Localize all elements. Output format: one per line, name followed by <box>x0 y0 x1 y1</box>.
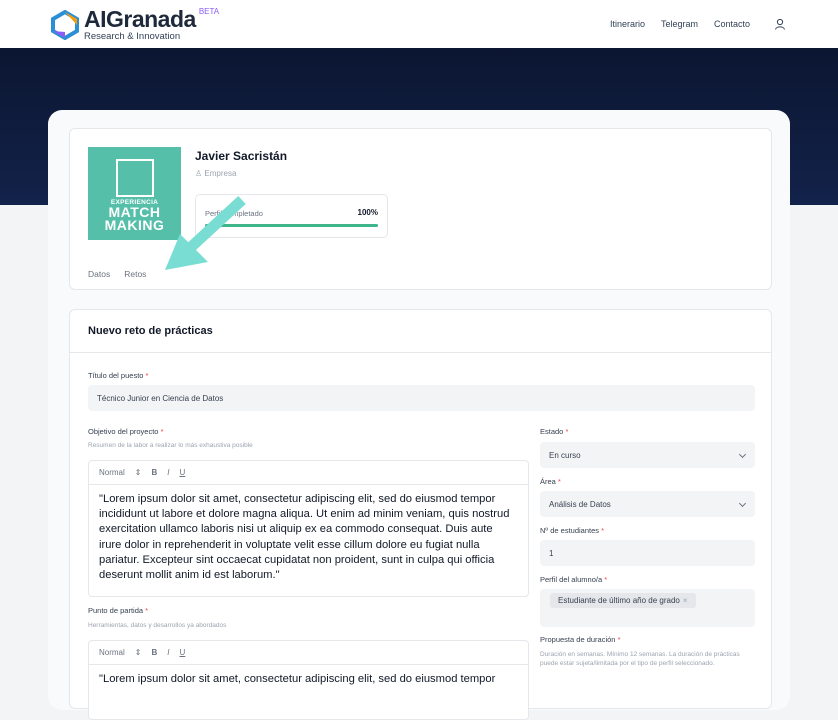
bold-button[interactable]: B <box>151 648 157 657</box>
partida-label: Punto de partida * <box>88 606 149 615</box>
nav-itinerario[interactable]: Itinerario <box>610 19 645 29</box>
user-icon[interactable] <box>774 18 786 30</box>
estado-label: Estado * <box>540 427 569 436</box>
puesto-input[interactable]: Técnico Junior en Ciencia de Datos <box>88 385 755 411</box>
italic-button[interactable]: I <box>167 648 169 657</box>
logo-title: AIGranada <box>84 6 196 32</box>
area-select[interactable]: Análisis de Datos <box>540 491 755 517</box>
style-select[interactable]: Normal <box>99 468 125 477</box>
estudiantes-input[interactable]: 1 <box>540 540 755 566</box>
area-label: Área * <box>540 477 561 486</box>
logo-hexagon-icon <box>51 9 79 40</box>
estado-select[interactable]: En curso <box>540 442 755 468</box>
main-nav: Itinerario Telegram Contacto <box>594 18 786 30</box>
bold-button[interactable]: B <box>151 468 157 477</box>
nav-telegram[interactable]: Telegram <box>661 19 698 29</box>
nav-contacto[interactable]: Contacto <box>714 19 750 29</box>
editor-toolbar: Normal ⇕ B I U <box>89 641 528 665</box>
style-select[interactable]: Normal <box>99 648 125 657</box>
duracion-label: Propuesta de duración * <box>540 635 621 644</box>
underline-button[interactable]: U <box>180 648 186 657</box>
style-select-arrows-icon[interactable]: ⇕ <box>135 468 142 477</box>
partida-editor[interactable]: Normal ⇕ B I U "Lorem ipsum dolor sit am… <box>88 640 529 720</box>
logo-subtitle: Research & Innovation <box>84 31 181 42</box>
tab-datos[interactable]: Datos <box>88 269 110 279</box>
objetivo-text[interactable]: "Lorem ipsum dolor sit amet, consectetur… <box>89 485 528 590</box>
objetivo-editor[interactable]: Normal ⇕ B I U "Lorem ipsum dolor sit am… <box>88 460 529 597</box>
remove-chip-icon[interactable]: × <box>683 596 688 605</box>
duracion-hint: Duración en semanas. Mínimo 12 semanas. … <box>540 651 740 667</box>
pointer-arrow-icon <box>165 195 246 270</box>
profile-role: ♙ Empresa <box>195 169 237 178</box>
editor-toolbar: Normal ⇕ B I U <box>89 461 528 485</box>
style-select-arrows-icon[interactable]: ⇕ <box>135 648 142 657</box>
objetivo-hint: Resumen de la labor a realizar lo más ex… <box>88 442 253 449</box>
italic-button[interactable]: I <box>167 468 169 477</box>
perfil-multiselect[interactable]: Estudiante de último año de grado × <box>540 589 755 627</box>
new-challenge-form: Nuevo reto de prácticas Título del puest… <box>69 309 772 720</box>
logo[interactable]: AIGranada BETA Research & Innovation <box>50 8 219 42</box>
chevron-down-icon <box>738 450 747 459</box>
top-navbar: AIGranada BETA Research & Innovation Itin… <box>0 0 838 48</box>
perfil-label: Perfil del alumno/a * <box>540 575 608 584</box>
profile-tabs: Datos Retos <box>88 269 160 279</box>
partida-text[interactable]: "Lorem ipsum dolor sit amet, consectetur… <box>89 665 528 694</box>
divider <box>70 352 771 353</box>
perfil-chip[interactable]: Estudiante de último año de grado × <box>550 593 696 608</box>
profile-name: Javier Sacristán <box>195 149 288 163</box>
underline-button[interactable]: U <box>180 468 186 477</box>
tab-retos[interactable]: Retos <box>124 269 146 279</box>
progress-value: 100% <box>357 208 378 217</box>
beta-badge: BETA <box>198 7 220 16</box>
chevron-down-icon <box>738 499 747 508</box>
avatar-frame-icon <box>116 159 154 197</box>
estudiantes-label: Nº de estudiantes * <box>540 526 605 535</box>
objetivo-label: Objetivo del proyecto * <box>88 427 164 436</box>
puesto-label: Título del puesto * <box>88 371 149 380</box>
person-icon: ♙ <box>195 169 203 178</box>
form-title: Nuevo reto de prácticas <box>88 325 213 337</box>
partida-hint: Herramientas, datos y desarrollos ya abo… <box>88 622 227 629</box>
